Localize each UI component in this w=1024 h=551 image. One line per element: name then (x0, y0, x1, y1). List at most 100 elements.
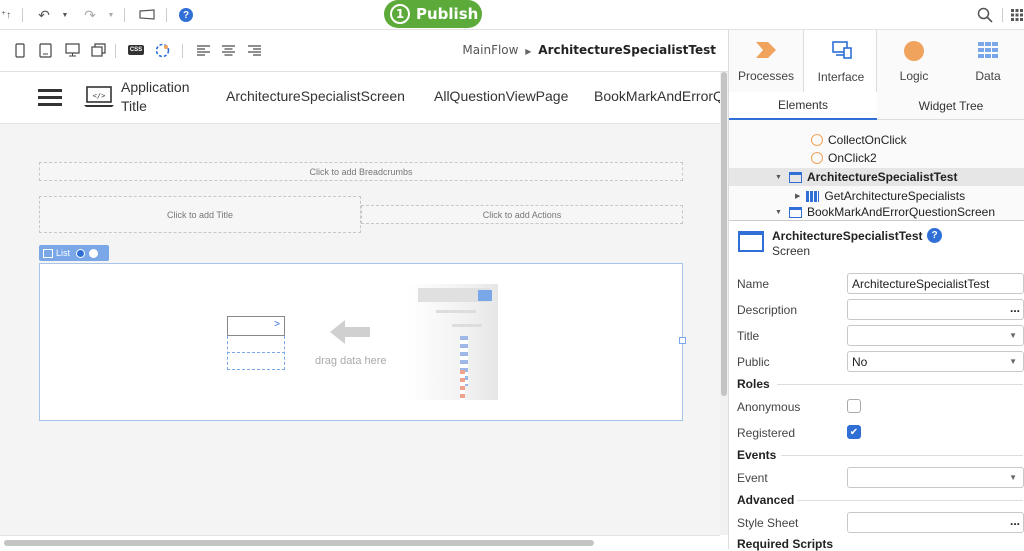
section-divider (797, 500, 1023, 501)
nav-item[interactable]: BookMarkAndErrorQ (594, 88, 720, 104)
tab-logic[interactable]: Logic (877, 30, 951, 92)
chevron-down-icon[interactable]: ▼ (775, 209, 782, 216)
tree-item-screen-selected[interactable]: ▼ ArchitectureSpecialistTest (729, 168, 1024, 186)
tree-item-screen[interactable]: ▼ BookMarkAndErrorQuestionScreen (729, 205, 1024, 219)
css-icon[interactable]: CSS (126, 41, 146, 59)
properties-panel: ArchitectureSpecialistTest ? Screen Name… (729, 221, 1024, 551)
chevron-down-icon: ▼ (1009, 331, 1017, 340)
divider (1002, 8, 1003, 22)
arrow-left-icon (330, 319, 370, 345)
tree-item-label: ArchitectureSpecialistTest (806, 170, 958, 184)
desktop-preview-icon[interactable] (64, 41, 80, 59)
grid-menu-icon[interactable] (1010, 5, 1024, 25)
screen-icon (738, 231, 764, 252)
public-dropdown[interactable]: No ▼ (847, 351, 1024, 372)
public-label: Public (737, 355, 770, 369)
tree-item-aggregate[interactable]: ▶ GetArchitectureSpecialists (729, 187, 1024, 205)
app-logo-icon: </> (84, 86, 114, 108)
chevron-down-icon[interactable]: ▼ (106, 5, 116, 25)
canvas-toolbar: CSS MainFlow ▶ ArchitectureSpecialistTes… (0, 30, 728, 72)
compare-icon[interactable]: ⁺↑ (0, 5, 12, 25)
name-label: Name (737, 277, 770, 291)
align-left-icon[interactable] (195, 41, 211, 59)
data-tree-illustration (408, 284, 498, 400)
public-value: No (852, 354, 868, 369)
tab-label: Interface (817, 70, 865, 84)
divider (182, 44, 183, 58)
nav-item[interactable]: AllQuestionViewPage (434, 88, 568, 104)
publish-label: Publish (416, 5, 479, 23)
interface-icon (832, 41, 852, 62)
undo-icon[interactable]: ↶ (36, 5, 52, 25)
phone-preview-icon[interactable] (12, 41, 28, 59)
publish-button[interactable]: 1 Publish (384, 0, 482, 28)
registered-checkbox[interactable]: ✔ (847, 425, 861, 439)
divider (115, 44, 116, 58)
name-field[interactable]: ArchitectureSpecialistTest (847, 273, 1024, 294)
chevron-down-icon: ▼ (1009, 357, 1017, 366)
subtab-elements[interactable]: Elements (729, 92, 877, 120)
logic-icon (904, 41, 924, 61)
search-icon[interactable] (976, 5, 994, 25)
svg-text:</>: </> (93, 92, 106, 100)
breadcrumbs-dropzone[interactable]: Click to add Breadcrumbs (39, 162, 683, 181)
tab-interface[interactable]: Interface (803, 30, 877, 93)
resize-handle[interactable] (679, 337, 686, 344)
feedback-icon[interactable] (138, 5, 156, 25)
hamburger-menu-icon[interactable] (38, 87, 62, 107)
scrollbar-thumb[interactable] (721, 72, 727, 396)
advanced-header: Advanced (737, 493, 795, 507)
tree-row-illustration (452, 324, 482, 327)
breadcrumb-flow[interactable]: MainFlow (462, 43, 518, 57)
tree-item-action[interactable]: OnClick2 (729, 149, 1024, 167)
registered-label: Registered (737, 426, 796, 440)
align-center-icon[interactable] (220, 41, 236, 59)
list-toggle-icon[interactable] (76, 248, 86, 258)
actions-dropzone[interactable]: Click to add Actions (361, 205, 683, 224)
list-item-placeholder: > (227, 316, 285, 336)
list-toggle-icon[interactable] (89, 248, 99, 258)
divider (22, 8, 23, 22)
list-icon (43, 248, 53, 258)
tree-item-label: GetArchitectureSpecialists (824, 189, 966, 203)
tree-item-action[interactable]: CollectOnClick (729, 131, 1024, 149)
description-field[interactable]: ... (847, 299, 1024, 320)
tablet-preview-icon[interactable] (37, 41, 53, 59)
horizontal-scrollbar[interactable] (0, 535, 720, 549)
help-icon[interactable]: ? (178, 5, 194, 25)
nav-item[interactable]: ArchitectureSpecialistScreen (226, 88, 405, 104)
align-right-icon[interactable] (246, 41, 262, 59)
scrollbar-thumb[interactable] (4, 540, 594, 546)
tab-label: Logic (899, 69, 929, 83)
chevron-down-icon[interactable]: ▼ (60, 5, 70, 25)
help-icon[interactable]: ? (927, 228, 942, 243)
app-header-preview: </> Application Title ArchitectureSpecia… (0, 72, 720, 124)
vertical-scrollbar[interactable] (720, 72, 728, 535)
title-dropzone[interactable]: Click to add Title (39, 196, 361, 233)
chevron-right-icon[interactable]: ▶ (795, 192, 800, 200)
expand-editor-icon[interactable]: ... (1010, 514, 1020, 528)
tab-processes[interactable]: Processes (729, 30, 803, 92)
chevron-down-icon: ▼ (1009, 473, 1017, 482)
description-label: Description (737, 303, 798, 317)
tab-data[interactable]: Data (951, 30, 1024, 92)
redo-icon[interactable]: ↷ (82, 5, 98, 25)
anonymous-checkbox[interactable] (847, 399, 861, 413)
list-tag-label: List (56, 248, 71, 258)
subtab-widget-tree[interactable]: Widget Tree (877, 92, 1024, 120)
multi-device-icon[interactable] (90, 41, 106, 59)
tree-item-label: OnClick2 (828, 151, 877, 165)
list-widget-tag[interactable]: List (39, 245, 109, 261)
event-dropdown[interactable]: ▼ (847, 467, 1024, 488)
stylesheet-label: Style Sheet (737, 516, 799, 530)
list-widget[interactable]: > drag data here (39, 263, 683, 421)
title-dropdown[interactable]: ▼ (847, 325, 1024, 346)
expand-editor-icon[interactable]: ... (1010, 301, 1020, 315)
stylesheet-field[interactable]: ... (847, 512, 1024, 533)
theme-icon[interactable] (154, 41, 170, 59)
events-header: Events (737, 448, 777, 462)
chevron-down-icon[interactable]: ▼ (775, 174, 782, 181)
chevron-right-icon: ▶ (525, 47, 532, 56)
title-label: Title (737, 329, 760, 343)
breadcrumb-screen: ArchitectureSpecialistTest (538, 43, 716, 57)
